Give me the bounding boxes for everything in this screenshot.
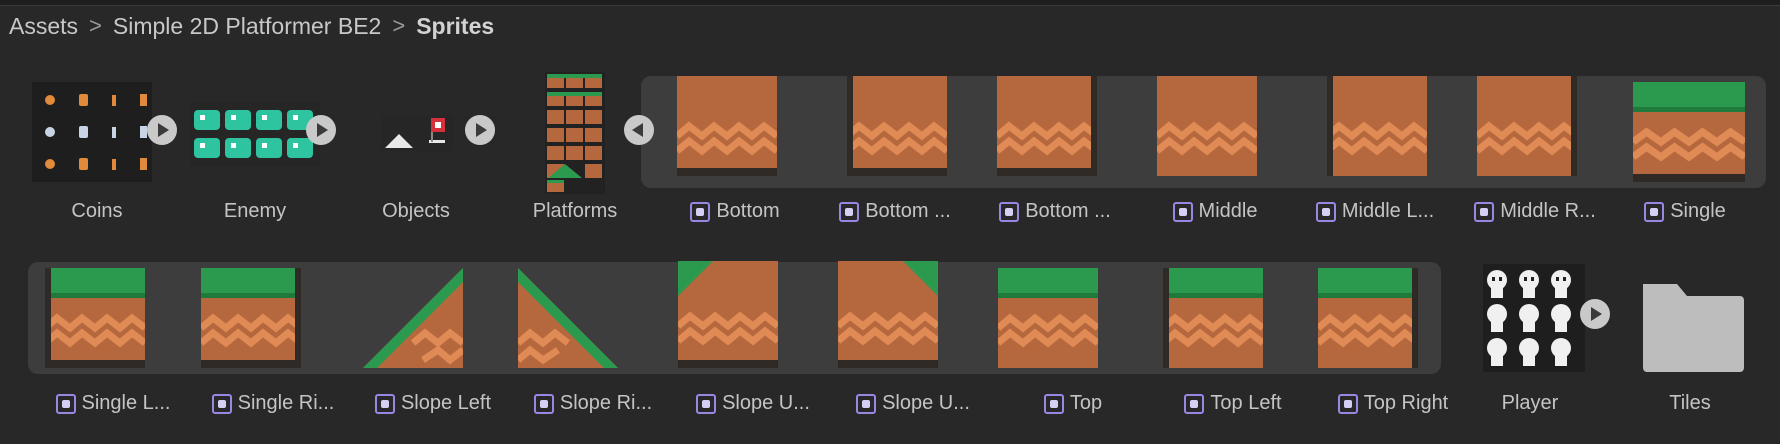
sprite-icon bbox=[839, 201, 860, 222]
asset-label: Slope U... bbox=[828, 392, 998, 415]
sprite-icon bbox=[999, 201, 1020, 222]
sprite-slope-left-preview bbox=[363, 268, 463, 368]
sprite-top-left-preview bbox=[1163, 268, 1263, 368]
asset-label: Bottom bbox=[650, 200, 820, 223]
sprite-bottom-right-preview bbox=[997, 76, 1097, 176]
asset-label: Top bbox=[988, 392, 1158, 415]
sprite-bottom-left-preview bbox=[847, 76, 947, 176]
breadcrumb: Assets > Simple 2D Platformer BE2 > Spri… bbox=[9, 10, 494, 42]
asset-label: Middle R... bbox=[1450, 200, 1620, 223]
sprite-icon bbox=[1172, 201, 1193, 222]
asset-label: Middle L... bbox=[1290, 200, 1460, 223]
breadcrumb-sprites[interactable]: Sprites bbox=[416, 13, 494, 40]
asset-label: Single bbox=[1600, 200, 1770, 223]
sprite-slope-up-right-preview bbox=[838, 261, 938, 368]
sprite-bottom-preview bbox=[677, 76, 777, 176]
expand-coins-button[interactable] bbox=[147, 115, 177, 145]
player-thumbnail bbox=[1455, 262, 1605, 392]
asset-label: Slope U... bbox=[668, 392, 838, 415]
asset-label: Bottom ... bbox=[810, 200, 980, 223]
sprite-slope-up-left-preview bbox=[678, 261, 778, 368]
sprite-icon bbox=[1315, 201, 1336, 222]
sprite-middle-left-preview bbox=[1327, 76, 1427, 176]
window-top-strip bbox=[0, 0, 1780, 6]
sprite-icon bbox=[1474, 201, 1495, 222]
asset-label: Objects bbox=[382, 200, 450, 222]
sprite-single-preview bbox=[1633, 82, 1745, 182]
sprite-icon bbox=[374, 393, 395, 414]
asset-label: Slope Left bbox=[348, 392, 518, 415]
expand-enemy-button[interactable] bbox=[306, 115, 336, 145]
sprite-middle-preview bbox=[1157, 76, 1257, 176]
asset-label: Single L... bbox=[28, 392, 198, 415]
sprite-icon bbox=[1337, 393, 1358, 414]
sprite-middle-right-preview bbox=[1477, 76, 1577, 176]
asset-label: Single Ri... bbox=[188, 392, 358, 415]
asset-label: Middle bbox=[1130, 200, 1300, 223]
sprite-icon bbox=[1644, 201, 1665, 222]
sprite-icon bbox=[533, 393, 554, 414]
folder-icon bbox=[1615, 262, 1765, 392]
asset-label: Bottom ... bbox=[970, 200, 1140, 223]
asset-label: Slope Ri... bbox=[508, 392, 678, 415]
expand-player-button[interactable] bbox=[1580, 299, 1610, 329]
sprite-icon bbox=[690, 201, 711, 222]
asset-label: Top Left bbox=[1148, 392, 1318, 415]
sprite-single-left-preview bbox=[45, 268, 145, 368]
asset-label: Tiles bbox=[1669, 392, 1711, 414]
sprite-icon bbox=[856, 393, 877, 414]
asset-label: Enemy bbox=[223, 200, 287, 222]
breadcrumb-separator-icon: > bbox=[392, 13, 406, 38]
sprite-single-right-preview bbox=[201, 268, 301, 368]
sprite-slope-right-preview bbox=[518, 268, 618, 368]
breadcrumb-assets[interactable]: Assets bbox=[9, 13, 78, 40]
breadcrumb-separator-icon: > bbox=[89, 13, 102, 38]
expand-objects-button[interactable] bbox=[465, 115, 495, 145]
sprite-top-preview bbox=[998, 268, 1098, 368]
asset-label: Coins bbox=[71, 200, 123, 222]
collapse-platforms-button[interactable] bbox=[624, 115, 654, 145]
sprite-icon bbox=[1043, 393, 1064, 414]
asset-label: Platforms bbox=[532, 200, 618, 222]
sprite-icon bbox=[55, 393, 76, 414]
sprite-icon bbox=[211, 393, 232, 414]
sprite-icon bbox=[696, 393, 717, 414]
sprite-top-right-preview bbox=[1318, 268, 1418, 368]
sprite-icon bbox=[1184, 393, 1205, 414]
asset-label: Player bbox=[1501, 392, 1559, 414]
breadcrumb-platformer[interactable]: Simple 2D Platformer BE2 bbox=[113, 13, 381, 40]
